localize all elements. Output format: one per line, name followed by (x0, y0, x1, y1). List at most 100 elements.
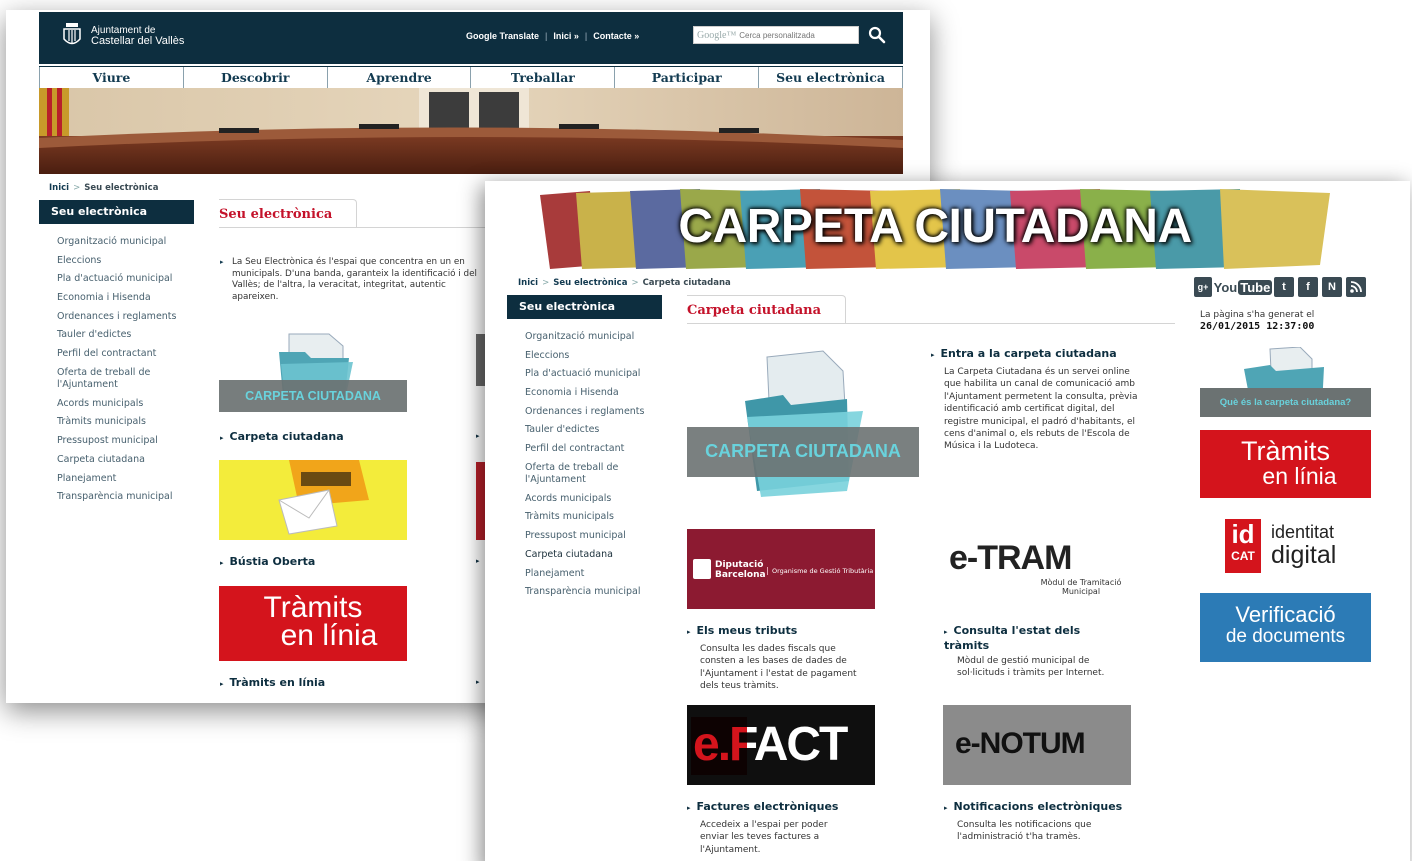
enotum-logo-tile[interactable]: e-NOTUM (943, 705, 1131, 785)
sidebar-item[interactable]: Acords municipals (525, 493, 662, 505)
idcat-badge-icon: id CAT (1225, 519, 1261, 573)
arrow-icon: ▸ (220, 559, 224, 567)
sidebar-title: Seu electrònica (507, 295, 662, 319)
nav-viure[interactable]: Viure (39, 67, 184, 88)
twitter-icon[interactable]: t (1274, 277, 1294, 297)
consulta-tramits-link[interactable]: ▸ Consulta l'estat dels tràmits (944, 624, 1104, 652)
front-browser-window: CARPETA CIUTADANA Inici > Seu electrònica >… (485, 181, 1410, 861)
google-translate-link[interactable]: Google Translate (466, 31, 539, 41)
logo-extra: Mòdul de Tramitació Municipal (1040, 578, 1122, 596)
enter-carpeta-link[interactable]: ▸ Entra a la carpeta ciutadana (931, 347, 1117, 360)
sidebar-item[interactable]: Tràmits municipals (57, 416, 194, 428)
home-link[interactable]: Inici » (553, 31, 579, 41)
rss-icon[interactable] (1346, 277, 1366, 297)
idcat-id: id (1231, 519, 1255, 549)
sidebar-item[interactable]: Eleccions (525, 350, 662, 362)
link-label: Consulta l'estat dels tràmits (944, 624, 1081, 652)
nav-aprendre[interactable]: Aprendre (328, 67, 472, 88)
link-label: Els meus tributs (696, 624, 798, 637)
link-label: Entra a la carpeta ciutadana (940, 347, 1117, 360)
tramits-en-linia-tile[interactable]: Tràmits en línia (219, 586, 407, 661)
notificacions-electroniques-description: Consulta les notificacions que l'adminis… (957, 820, 1092, 843)
nav-descobrir[interactable]: Descobrir (184, 67, 328, 88)
sidebar-item[interactable]: Planejament (57, 473, 194, 485)
sidebar-item[interactable]: Perfil del contractant (525, 443, 662, 455)
sidebar-item[interactable]: Tauler d'edictes (57, 329, 194, 341)
sidebar-item[interactable]: Oferta de treball de l'Ajuntament (525, 462, 635, 487)
search-input[interactable] (739, 30, 850, 40)
n-icon[interactable]: N (1322, 277, 1342, 297)
facebook-icon[interactable]: f (1298, 277, 1318, 297)
sidebar-item[interactable]: Transparència municipal (525, 586, 662, 598)
link-label: Tràmits en línia (229, 676, 326, 689)
tramits-en-linia-link[interactable]: ▸ Tràmits en línia (220, 676, 325, 689)
verificacio-documents-tile[interactable]: Verificació de documents (1200, 593, 1371, 662)
sidebar-item[interactable]: Organització municipal (525, 331, 662, 343)
verif-line-1: Verificació (1235, 602, 1336, 627)
nav-participar[interactable]: Participar (615, 67, 760, 88)
els-meus-tributs-link[interactable]: ▸ Els meus tributs (687, 624, 797, 637)
breadcrumb-middle[interactable]: Seu electrònica (553, 278, 627, 288)
bustia-oberta-link[interactable]: ▸ Bústia Oberta (220, 555, 315, 568)
sidebar-item[interactable]: Carpeta ciutadana (57, 454, 194, 466)
sidebar-item[interactable]: Pla d'actuació municipal (57, 273, 194, 285)
que-es-carpeta-tile[interactable]: Què és la carpeta ciutadana? (1200, 346, 1371, 417)
breadcrumb-home[interactable]: Inici (49, 183, 69, 193)
carpeta-ciutadana-tile[interactable]: CARPETA CIUTADANA (219, 330, 407, 414)
youtube-icon[interactable]: You Tube (1214, 277, 1273, 297)
contact-link[interactable]: Contacte » (593, 31, 639, 41)
diputacio-logo-tile[interactable]: Diputació Barcelona Organisme de Gestió … (687, 529, 875, 609)
sidebar-item[interactable]: Organització municipal (57, 236, 194, 248)
sidebar-item[interactable]: Ordenances i reglaments (57, 311, 194, 323)
generated-label: La pàgina s'ha generat el (1200, 310, 1315, 320)
search-icon[interactable] (868, 26, 886, 44)
sidebar-item[interactable]: Economia i Hisenda (57, 292, 194, 304)
sidebar-item[interactable]: Tràmits municipals (525, 511, 662, 523)
sidebar-item[interactable]: Economia i Hisenda (525, 387, 662, 399)
hero-photo-council-chamber (39, 88, 903, 174)
sidebar-list: Organització municipal Eleccions Pla d'a… (507, 331, 662, 599)
etram-logo-tile[interactable]: e-TRAM Mòdul de Tramitació Municipal (943, 529, 1131, 609)
sidebar-item[interactable]: Eleccions (57, 255, 194, 267)
carpeta-ciutadana-link[interactable]: ▸ Carpeta ciutadana (220, 430, 344, 443)
sidebar-item[interactable]: Planejament (525, 568, 662, 580)
notificacions-electroniques-link[interactable]: ▸ Notificacions electròniques (944, 800, 1122, 813)
idcat-line-2: digital (1271, 541, 1337, 569)
idcat-tile[interactable]: id CAT identitat digital (1200, 513, 1371, 577)
sidebar-item[interactable]: Perfil del contractant (57, 348, 194, 360)
separator: | (584, 31, 588, 41)
breadcrumb-current: Seu electrònica (84, 183, 159, 193)
page-title-tab: Carpeta ciutadana (687, 295, 1175, 324)
arrow-icon: ▸ (944, 804, 948, 812)
sidebar-item-active[interactable]: Carpeta ciutadana (525, 549, 662, 561)
sidebar-item[interactable]: Tauler d'edictes (525, 424, 662, 436)
idcat-line-1: identitat (1271, 522, 1335, 542)
page-generated-info: La pàgina s'ha generat el 26/01/2015 12:… (1200, 310, 1314, 333)
tramits-en-linia-tile[interactable]: Tràmits en línia (1200, 430, 1371, 498)
bullet-icon: ▸ (220, 258, 224, 266)
google-brand: Google™ (697, 29, 737, 41)
bustia-oberta-tile[interactable] (219, 460, 407, 540)
coat-of-arms-icon (63, 23, 81, 45)
google-plus-icon[interactable]: g+ (1194, 277, 1212, 297)
sidebar-item[interactable]: Acords municipals (57, 398, 194, 410)
intro-text: ▸ La Seu Electrònica és l'espai que conc… (220, 257, 490, 304)
factures-electroniques-link[interactable]: ▸ Factures electròniques (687, 800, 838, 813)
sidebar-item[interactable]: Transparència municipal (57, 491, 194, 503)
breadcrumb-sep: > (542, 278, 550, 288)
sidebar-item[interactable]: Pressupost municipal (57, 435, 194, 447)
sidebar-item[interactable]: Ordenances i reglaments (525, 406, 662, 418)
site-logo[interactable]: Ajuntament de Castellar del Vallès (61, 22, 184, 50)
sidebar-item[interactable]: Pressupost municipal (525, 530, 662, 542)
link-label: Notificacions electròniques (953, 800, 1123, 813)
sidebar-item[interactable]: Pla d'actuació municipal (525, 368, 662, 380)
nav-treballar[interactable]: Treballar (471, 67, 616, 88)
carpeta-ciutadana-main-tile[interactable]: CARPETA CIUTADANA (687, 341, 919, 501)
sidebar-item[interactable]: Oferta de treball de l'Ajuntament (57, 367, 167, 392)
nav-seu-electronica[interactable]: Seu electrònica (759, 67, 903, 88)
breadcrumb-home[interactable]: Inici (518, 278, 538, 288)
efact-logo-tile[interactable]: e.FACT (687, 705, 875, 785)
page-title: Seu electrònica (219, 199, 358, 227)
tramits-line-1: Tràmits (1241, 436, 1330, 466)
social-icons: g+ You Tube t f N (1194, 277, 1366, 297)
